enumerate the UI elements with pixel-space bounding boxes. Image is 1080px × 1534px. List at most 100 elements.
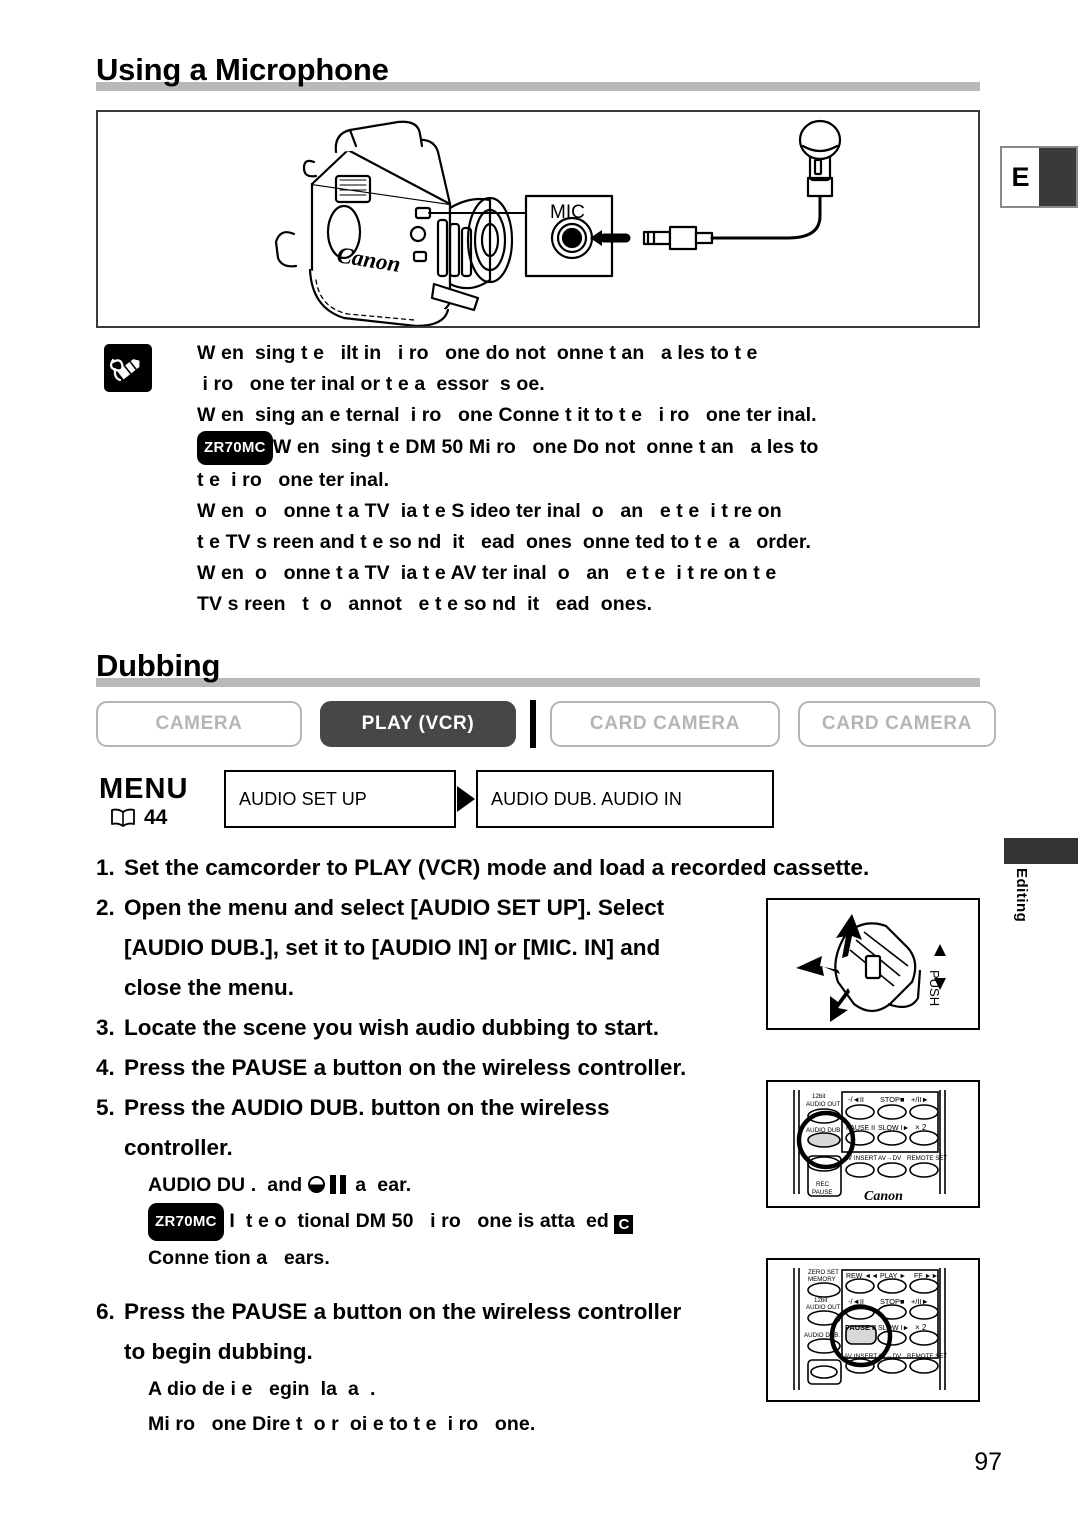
edge-tab-language: E [1000,146,1078,208]
mic-jack-label: MIC [550,202,585,223]
step-number: 2. [96,895,115,920]
btn-label-slow: SLOW I► [878,1325,909,1332]
btn-label-audio-dub: AUDIO DUB. [806,1127,842,1134]
menu-cell-label: AUDIO SET UP [239,788,367,809]
btn-label-audio-out: AUDIO OUT [806,1304,841,1311]
btn-label-audio-out: AUDIO OUT [806,1101,841,1108]
edge-tab-letter: E [1002,148,1039,206]
wireless-controller-audio-dub-illustration: 12bit AUDIO OUT AUDIO DUB. REC PAUSE -/◄… [766,1080,980,1208]
btn-label-slow: SLOW I► [878,1125,909,1132]
step-number: 5. [96,1095,115,1120]
btn-label-rec: REC [816,1181,830,1188]
mode-chip-row: CAMERA PLAY (VCR) CARD CAMERA CARD CAMER… [96,700,996,748]
btn-label-x2: × 2 [915,1323,927,1332]
btn-label-rev: -/◄II [848,1095,864,1104]
btn-label-x2: × 2 [915,1123,927,1132]
reference-badge-c: C [614,1215,634,1234]
step-number: 6. [96,1299,115,1324]
step-1: 1. Set the camcorder to PLAY (VCR) mode … [96,848,976,888]
btn-label-stop: STOP■ [880,1297,905,1306]
note-line: W en o onne t a TV ia t e S ideo ter ina… [197,500,782,522]
menu-cell-audio-dub[interactable]: AUDIO DUB. AUDIO IN [476,770,774,828]
memo-pencil-icon [104,344,152,392]
btn-label-remote-set: REMOTE SET [907,1155,947,1162]
mode-chip-card-camera-1[interactable]: CARD CAMERA [550,701,780,747]
rec-pause-glyph [307,1175,350,1194]
mode-chip-card-camera-2[interactable]: CARD CAMERA [798,701,996,747]
push-label: PUSH [927,970,942,1006]
camcorder-mic-drawing: MIC Canon [274,119,842,328]
mode-chip-divider [530,700,536,748]
step-line: Press the AUDIO DUB. button on the wirel… [124,1095,610,1120]
btn-label-memory: MEMORY [808,1276,836,1283]
page-number: 97 [974,1448,1002,1476]
mode-chip-label: CARD CAMERA [821,713,973,734]
btn-label-pause: PAUSE [812,1189,833,1196]
btn-label-ff: FF ►► [914,1273,938,1280]
model-badge-zr70mc: ZR70MC [197,431,273,465]
section-heading-dubbing: Dubbing [96,648,980,692]
menu-cell-label: AUDIO DUB. AUDIO IN [491,788,682,809]
btn-label-rev: -/◄II [848,1297,864,1306]
menu-page-reference: 44 [110,806,167,830]
mode-chip-label: PLAY (VCR) [361,713,475,734]
btn-label-av-insert: AV INSERT [844,1155,877,1162]
note-line-with-badge: ZR70MC W en sing t e DM 50 Mi ro one Do n… [197,431,997,465]
canon-brand-label: Canon [864,1189,903,1204]
open-book-icon [111,808,135,827]
page-title: Using a Microphone [96,52,389,87]
mode-chip-label: CAMERA [155,713,243,734]
btn-label-av-dv: AV→DV [878,1353,902,1360]
btn-label-rew: REW ◄◄ [846,1273,878,1280]
menu-arrow-icon [455,784,477,819]
btn-label-av-insert: AV INSERT [844,1353,877,1360]
note-line-text: W en sing t e DM 50 Mi ro one Do not onn… [272,436,819,458]
btn-label-zero-set: ZERO SET [808,1269,839,1276]
note-line: W en o onne t a TV ia t e AV ter inal o … [197,562,777,584]
camcorder-mic-illustration: MIC Canon [96,110,980,328]
side-tab-label: Editing [1013,868,1030,923]
btn-label-12bit: 12bit [814,1297,828,1304]
step-line: close the menu. [124,975,295,1000]
mode-chip-play-vcr[interactable]: PLAY (VCR) [320,701,516,747]
step-number: 1. [96,855,115,880]
btn-label-audio-dub: AUDIO DUB. [804,1332,840,1339]
selector-dial-push-illustration: PUSH [766,898,980,1030]
heading-rule [96,678,980,687]
step-number: 3. [96,1015,115,1040]
note-text: a ear. [349,1174,412,1196]
mode-chip-label: CARD CAMERA [589,713,741,734]
step-line: to begin dubbing. [124,1339,313,1364]
step-line: Set the camcorder to PLAY (VCR) mode and… [124,855,870,880]
step-number: 4. [96,1055,115,1080]
btn-label-fwd: +/II► [911,1297,929,1306]
btn-label-play: PLAY ► [880,1273,906,1280]
wireless-controller-pause-illustration: ZERO SET MEMORY 12bit AUDIO OUT AUDIO DU… [766,1258,980,1402]
mode-chip-camera[interactable]: CAMERA [96,701,302,747]
note-text: I t e o tional DM 50 i ro one is atta ed [223,1210,615,1232]
microphone-notes: W en sing t e ilt in i ro one do not onn… [197,338,997,620]
note-line: W en sing an e ternal i ro one Conne t i… [197,404,817,426]
step-line: [AUDIO DUB.], set it to [AUDIO IN] or [M… [124,935,661,960]
btn-label-av-dv: AV→DV [878,1155,902,1162]
note-line: i ro one ter inal or t e a essor s oe. [197,373,545,395]
side-tab-bar [1004,838,1078,864]
note-text: AUDIO DU . and [148,1174,308,1196]
step-line: Open the menu and select [AUDIO SET UP].… [124,895,665,920]
btn-label-pause: PAUSE II [845,1323,876,1332]
note-line: t e i ro one ter inal. [197,469,390,491]
menu-page-number: 44 [144,806,168,829]
note-line: W en sing t e ilt in i ro one do not onn… [197,342,758,364]
btn-label-stop: STOP■ [880,1095,905,1104]
menu-cell-audio-set-up[interactable]: AUDIO SET UP [224,770,456,828]
section-heading-microphone: Using a Microphone [96,52,980,96]
menu-label: MENU [99,773,189,805]
note-line: TV s reen t o annot e t e so nd it ead o… [197,593,653,615]
btn-label-pause2: PAUSE II [846,1125,875,1132]
note-line: Mi ro one Dire t o r oi e to t e i ro on… [148,1413,536,1435]
btn-label-remote-set: REMOTE SET [907,1353,947,1360]
btn-label-fwd: +/II► [911,1095,929,1104]
step-line: Press the PAUSE a button on the wireless… [124,1299,682,1324]
btn-label-12bit: 12bit [812,1093,826,1100]
model-badge-zr70mc: ZR70MC [148,1203,224,1241]
